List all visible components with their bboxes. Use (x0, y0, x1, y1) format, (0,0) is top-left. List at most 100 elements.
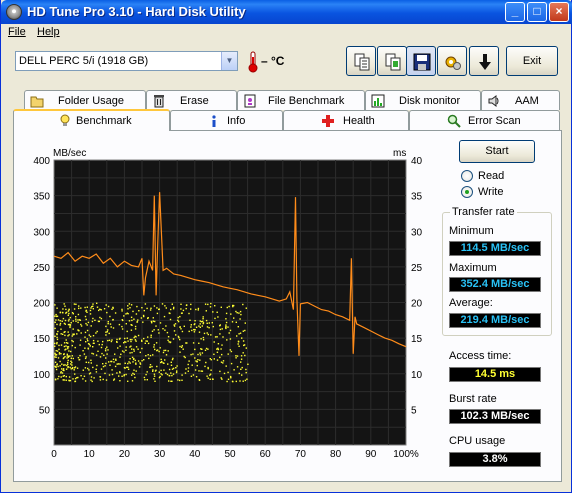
access-time-point (56, 341, 58, 344)
access-time-point (62, 357, 65, 360)
access-time-point (217, 347, 219, 349)
tab-folder-usage[interactable]: Folder Usage (24, 90, 146, 110)
minimize-button[interactable]: _ (505, 2, 525, 22)
access-time-point (187, 367, 190, 369)
access-time-point (240, 313, 242, 316)
tab-aam[interactable]: AAM (481, 90, 560, 110)
access-time-point (124, 362, 126, 364)
tab-info[interactable]: Info (170, 110, 283, 130)
access-time-point (72, 340, 74, 343)
access-time-point (195, 360, 197, 362)
copy-screen-button[interactable] (377, 46, 407, 76)
access-time-point (63, 353, 65, 356)
access-time-point (126, 330, 128, 333)
download-button[interactable] (469, 46, 499, 76)
access-time-point (77, 376, 79, 379)
access-time-point (227, 371, 229, 374)
access-time-point (130, 304, 133, 306)
exit-button[interactable]: Exit (506, 46, 558, 76)
access-time-point (55, 366, 57, 368)
close-button[interactable]: × (549, 2, 569, 22)
y-tick-label-right: 25 (411, 263, 423, 274)
access-time-point (210, 334, 212, 336)
access-time-point (205, 319, 208, 322)
x-tick-label: 80 (330, 449, 342, 460)
access-time-point (145, 340, 147, 342)
access-time-point (57, 378, 59, 380)
access-time-point (190, 353, 192, 356)
read-radio[interactable]: Read (461, 169, 541, 183)
y-tick-label-right: 10 (411, 370, 423, 381)
access-time-point (228, 332, 230, 334)
access-time-point (61, 372, 64, 374)
menu-help[interactable]: Help (37, 26, 60, 38)
access-time-point (109, 364, 111, 366)
access-time-point (118, 338, 121, 340)
access-time-point (96, 330, 98, 333)
access-time-point (241, 366, 243, 369)
start-button[interactable]: Start (459, 140, 535, 163)
access-time-point (207, 303, 209, 306)
access-time-point (113, 361, 115, 363)
save-button[interactable] (406, 46, 436, 76)
access-time-point (125, 349, 127, 351)
tab-error-scan[interactable]: Error Scan (409, 110, 560, 130)
x-tick-label: 20 (119, 449, 131, 460)
title-bar[interactable]: HD Tune Pro 3.10 - Hard Disk Utility _ □… (1, 0, 572, 24)
chevron-down-icon[interactable]: ▼ (221, 52, 237, 70)
read-radio-dot[interactable] (461, 170, 473, 182)
access-time-point (104, 365, 106, 367)
access-time-point (179, 351, 181, 353)
write-radio-dot[interactable] (461, 186, 473, 198)
access-time-point (70, 350, 72, 353)
access-time-point (131, 338, 133, 341)
access-time-point (199, 352, 201, 354)
access-time-point (214, 336, 217, 338)
access-time-point (230, 350, 233, 353)
access-time-point (89, 309, 92, 312)
access-time-point (146, 340, 148, 342)
access-time-point (72, 378, 74, 380)
burst-rate-label: Burst rate (449, 393, 497, 405)
tab-health[interactable]: Health (283, 110, 409, 130)
access-time-point (220, 348, 222, 350)
access-time-point (99, 316, 101, 319)
maximize-button[interactable]: □ (527, 2, 547, 22)
access-time-point (164, 305, 166, 307)
access-time-point (156, 349, 158, 352)
tab-benchmark[interactable]: Benchmark (13, 109, 170, 131)
tab-disk-monitor[interactable]: Disk monitor (365, 90, 481, 110)
access-time-point (67, 361, 69, 364)
access-time-point (106, 353, 108, 355)
tab-row-top: Folder Usage Erase File Benchmark Disk m… (13, 90, 561, 110)
access-time-point (90, 307, 92, 309)
options-button[interactable] (437, 46, 467, 76)
access-time-point (68, 312, 70, 315)
copy-text-button[interactable] (346, 46, 376, 76)
access-time-point (139, 351, 141, 354)
access-time-point (235, 357, 237, 359)
drive-select[interactable]: DELL PERC 5/i (1918 GB) ▼ (15, 51, 238, 71)
temperature-readout: – °C (261, 54, 285, 68)
access-time-point (77, 357, 80, 359)
access-time-point (172, 357, 174, 360)
access-time-point (204, 303, 207, 305)
download-arrow-icon (479, 54, 491, 70)
write-radio[interactable]: Write (461, 185, 541, 199)
access-time-point (214, 317, 216, 320)
menu-file[interactable]: File (8, 26, 26, 38)
access-time-point (147, 336, 149, 338)
access-time-point (212, 325, 214, 328)
benchmark-chart: MB/sec ms 0 10 20 30 40 50 60 70 80 90 100% 50 100 15… (33, 148, 423, 460)
access-time-point (70, 322, 72, 324)
access-time-point (230, 362, 233, 365)
access-time-point (177, 379, 179, 381)
access-time-point (173, 330, 176, 332)
tab-erase[interactable]: Erase (146, 90, 237, 110)
x-tick-label: 30 (154, 449, 166, 460)
access-time-point (168, 312, 170, 314)
access-time-point (197, 359, 199, 361)
tab-file-benchmark[interactable]: File Benchmark (237, 90, 365, 110)
access-time-point (153, 329, 155, 331)
options-icon (445, 56, 461, 70)
